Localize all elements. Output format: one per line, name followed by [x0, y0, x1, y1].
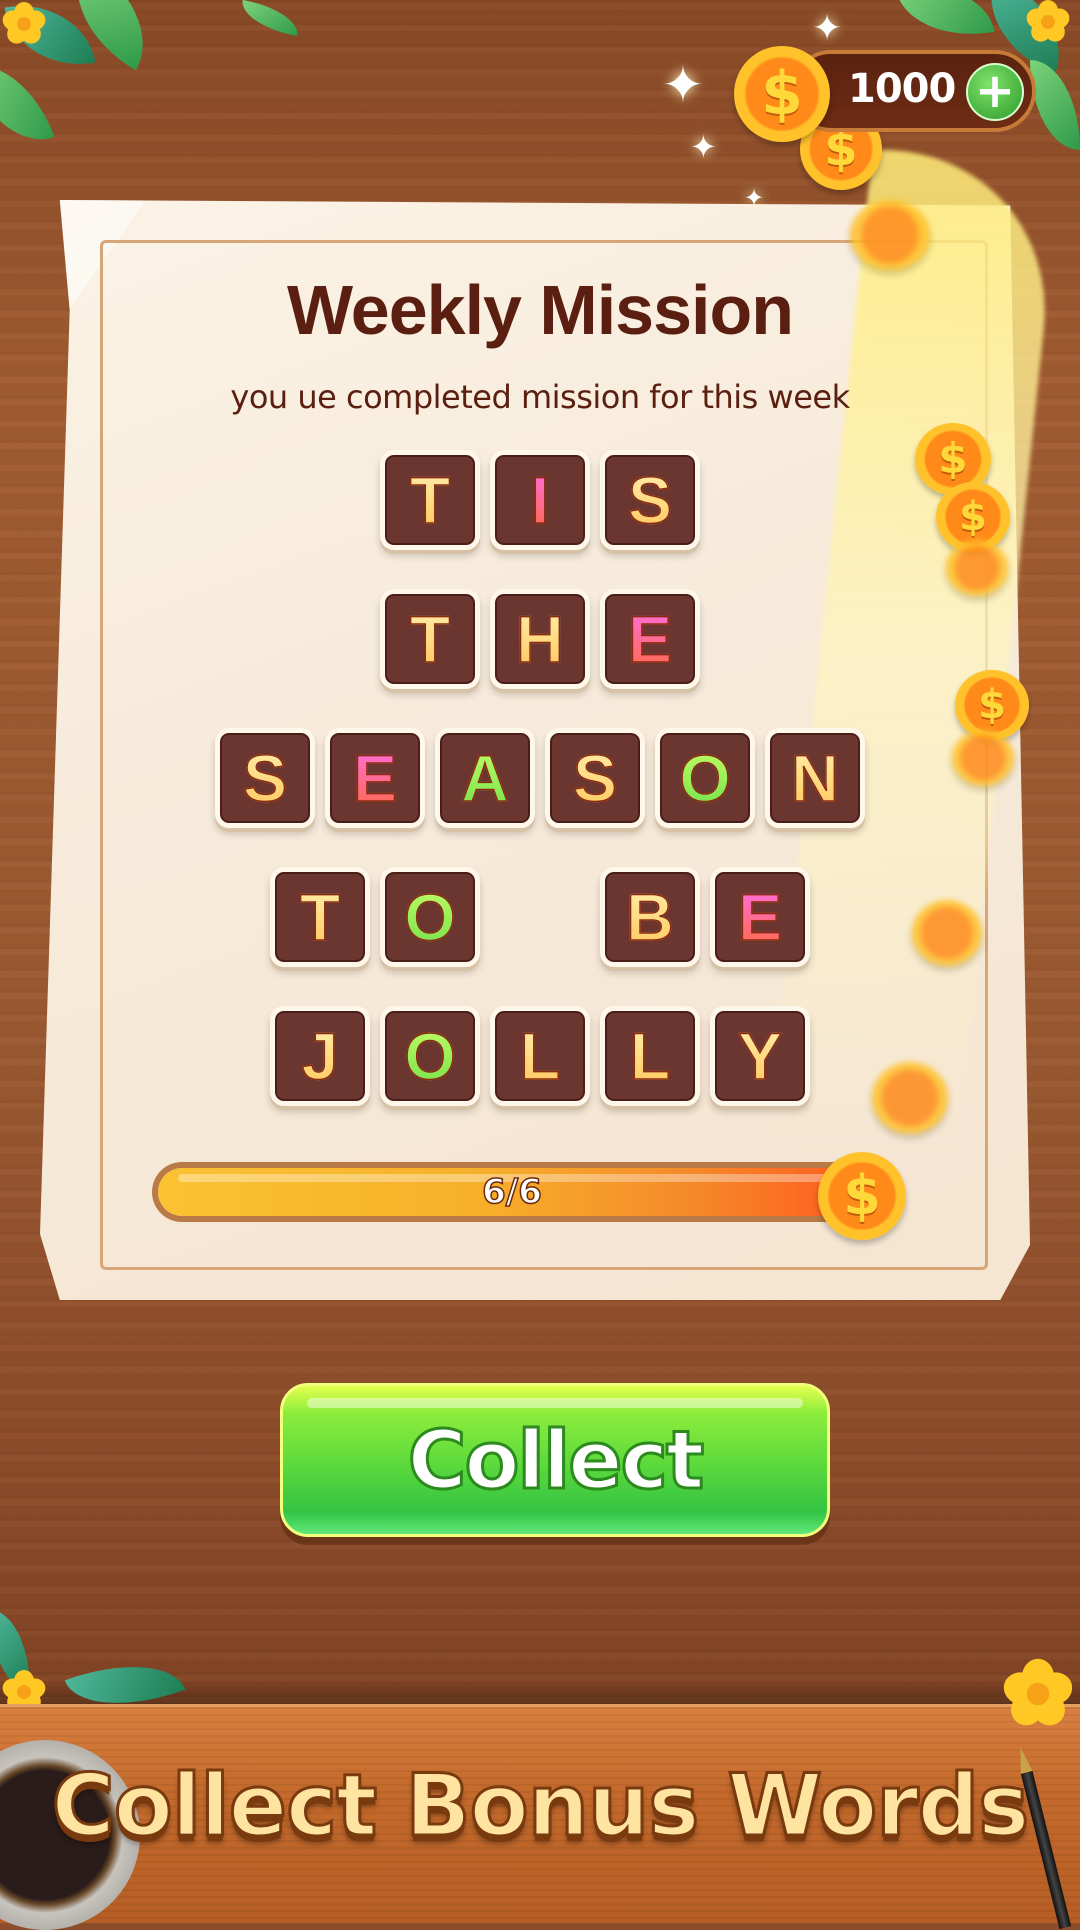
letter-tile: I: [490, 450, 590, 550]
sparkle-icon: ✦: [812, 8, 843, 49]
tile-letter: L: [519, 1018, 561, 1094]
progress-label: 6/6: [481, 1171, 542, 1213]
letter-tile: O: [380, 867, 480, 967]
letter-tile: T: [380, 589, 480, 689]
flower-icon: [999, 1658, 1077, 1732]
tile-letter: N: [790, 740, 839, 816]
mission-progress-bar: 6/6: [152, 1162, 872, 1222]
tile-letter: J: [301, 1018, 339, 1094]
letter-tile: S: [600, 450, 700, 550]
flower-icon: [1023, 0, 1073, 46]
letter-tile: S: [545, 728, 645, 828]
coin-icon: $: [734, 46, 830, 142]
letter-tile: L: [490, 1006, 590, 1106]
tile-letter: O: [404, 879, 457, 955]
flying-coin-icon: [872, 1062, 948, 1134]
flying-coin-icon: [946, 540, 1008, 596]
tile-letter: I: [530, 462, 550, 538]
tile-letter: T: [409, 462, 451, 538]
tile-letter: L: [629, 1018, 671, 1094]
tile-letter: S: [242, 740, 288, 816]
letter-tile: J: [270, 1006, 370, 1106]
tile-letter: T: [409, 601, 451, 677]
flower-icon: [0, 2, 49, 48]
letter-tile: Y: [710, 1006, 810, 1106]
letter-tile: E: [600, 589, 700, 689]
tile-letter: T: [299, 879, 341, 955]
mission-title: Weekly Mission: [286, 271, 794, 349]
letter-tile: T: [380, 450, 480, 550]
tile-letter: B: [625, 879, 674, 955]
letter-tile: B: [600, 867, 700, 967]
letter-tile: O: [380, 1006, 480, 1106]
add-coins-button[interactable]: +: [966, 63, 1024, 121]
progress-reward-coin-icon: $: [818, 1152, 906, 1240]
tile-letter: S: [627, 462, 673, 538]
letter-tile: T: [270, 867, 370, 967]
tile-gap: [490, 867, 590, 967]
phrase-row: THE: [0, 589, 1080, 689]
tile-letter: H: [515, 601, 564, 677]
sparkle-icon: ✦: [662, 56, 704, 114]
letter-tile: N: [765, 728, 865, 828]
tile-letter: O: [404, 1018, 457, 1094]
letter-tile: H: [490, 589, 590, 689]
tile-letter: Y: [737, 1018, 783, 1094]
phrase-row: SEASON: [0, 728, 1080, 828]
flying-coin-icon: [952, 730, 1014, 786]
collect-button[interactable]: Collect: [280, 1383, 830, 1537]
promo-banner-text: Collect Bonus Words: [50, 1755, 1031, 1858]
letter-tile: A: [435, 728, 535, 828]
tile-letter: E: [627, 601, 673, 677]
coin-balance: 1000: [848, 66, 956, 112]
flying-coin-icon: [912, 900, 982, 966]
letter-tile: E: [710, 867, 810, 967]
letter-tile: L: [600, 1006, 700, 1106]
flying-coin-icon: [850, 200, 930, 270]
sparkle-icon: ✦: [744, 184, 765, 212]
sparkle-icon: ✦: [690, 128, 717, 166]
tile-letter: E: [352, 740, 398, 816]
tile-letter: S: [572, 740, 618, 816]
phrase-tiles: TISTHESEASONTOBEJOLLY: [0, 450, 1080, 1145]
letter-tile: E: [325, 728, 425, 828]
tile-letter: E: [737, 879, 783, 955]
flying-coin-icon: $: [955, 670, 1029, 740]
tile-letter: A: [460, 740, 509, 816]
letter-tile: S: [215, 728, 315, 828]
letter-tile: O: [655, 728, 755, 828]
tile-letter: O: [679, 740, 732, 816]
collect-button-label: Collect: [406, 1412, 705, 1508]
mission-subtitle: you ue completed mission for this week: [230, 378, 850, 416]
